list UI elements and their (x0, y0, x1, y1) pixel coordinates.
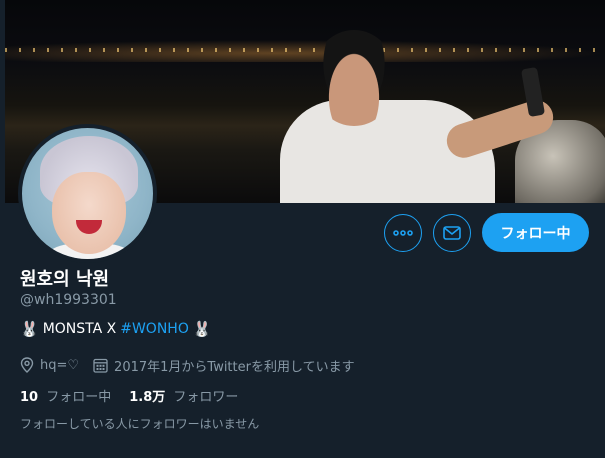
following-label: フォロー中 (46, 390, 112, 405)
avatar-face (52, 172, 126, 254)
follow-stats: 10 フォロー中 1.8万 フォロワー (20, 386, 256, 405)
display-name: 원호의 낙원 (20, 269, 110, 290)
location-pin-icon (20, 357, 34, 373)
joined-item: 2017年1月からTwitterを利用しています (93, 356, 355, 375)
followers-you-know-note: フォローしている人にフォロワーはいません (20, 417, 260, 431)
following-stat[interactable]: 10 フォロー中 (20, 386, 111, 405)
message-button[interactable] (433, 214, 471, 252)
following-button[interactable]: フォロー中 (482, 213, 589, 252)
following-count: 10 (20, 390, 39, 405)
joined-text: 2017年1月からTwitterを利用しています (114, 359, 355, 375)
followers-count: 1.8万 (129, 390, 166, 405)
profile-page: フォロー中 원호의 낙원 @wh1993301 🐰 MONSTA X #WONH… (0, 0, 605, 458)
followers-stat[interactable]: 1.8万 フォロワー (129, 386, 238, 405)
more-dots-icon (393, 230, 413, 236)
bio-text: MONSTA X (42, 321, 117, 337)
followers-label: フォロワー (173, 390, 239, 405)
banner-city-lights (5, 48, 605, 52)
avatar[interactable] (18, 124, 157, 263)
location-item: hq=♡ (20, 357, 79, 373)
rabbit-emoji: 🐰 (192, 320, 212, 338)
handle: @wh1993301 (20, 292, 117, 308)
rabbit-emoji: 🐰 (20, 320, 39, 338)
profile-meta: hq=♡ 2017年1月からTwitterを利用しています (20, 355, 369, 375)
banner-person-head (315, 30, 393, 126)
hashtag-link[interactable]: #WONHO (120, 321, 189, 337)
bio: 🐰 MONSTA X #WONHO 🐰 (20, 320, 212, 338)
location-text: hq=♡ (40, 357, 80, 373)
more-options-button[interactable] (384, 214, 422, 252)
calendar-icon (93, 358, 108, 373)
mail-icon (443, 226, 461, 240)
